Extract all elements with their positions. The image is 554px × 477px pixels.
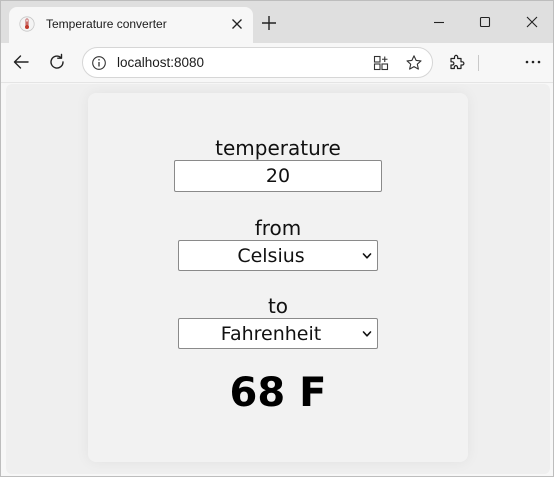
to-unit-value: Fahrenheit (220, 323, 322, 345)
page-viewport: temperature from Celsius to Fahrenheit 6… (6, 84, 550, 474)
from-unit-select[interactable]: Celsius (178, 240, 378, 271)
tab-strip: Temperature converter (1, 1, 553, 43)
close-icon[interactable] (229, 16, 245, 32)
converter-card: temperature from Celsius to Fahrenheit 6… (88, 93, 468, 462)
browser-toolbar: localhost:8080 (1, 43, 553, 83)
temperature-input[interactable] (174, 160, 382, 192)
info-icon[interactable] (91, 55, 107, 71)
to-unit-select[interactable]: Fahrenheit (178, 318, 378, 349)
to-label: to (267, 294, 289, 318)
toolbar-divider (478, 55, 479, 71)
more-icon[interactable] (523, 52, 543, 72)
browser-window: Temperature converter localhost:8080 tem… (0, 0, 554, 477)
address-bar[interactable]: localhost:8080 (82, 47, 433, 78)
app-available-icon[interactable] (372, 54, 390, 72)
puzzle-icon[interactable] (447, 52, 467, 72)
chevron-down-icon (362, 253, 372, 259)
maximize-icon[interactable] (475, 12, 495, 32)
tab-title: Temperature converter (46, 17, 167, 31)
conversion-result: 68 F (229, 370, 327, 416)
reload-icon[interactable] (47, 52, 67, 72)
thermometer-icon (19, 16, 35, 32)
active-tab[interactable]: Temperature converter (9, 7, 253, 43)
from-unit-value: Celsius (237, 245, 305, 267)
chevron-down-icon (362, 331, 372, 337)
back-arrow-icon[interactable] (11, 52, 31, 72)
minimize-icon[interactable] (429, 12, 449, 32)
url-text[interactable]: localhost:8080 (117, 55, 204, 70)
from-label: from (254, 216, 302, 240)
star-icon[interactable] (405, 54, 423, 72)
temperature-label: temperature (215, 136, 341, 160)
plus-icon[interactable] (260, 14, 278, 32)
close-icon[interactable] (522, 12, 542, 32)
